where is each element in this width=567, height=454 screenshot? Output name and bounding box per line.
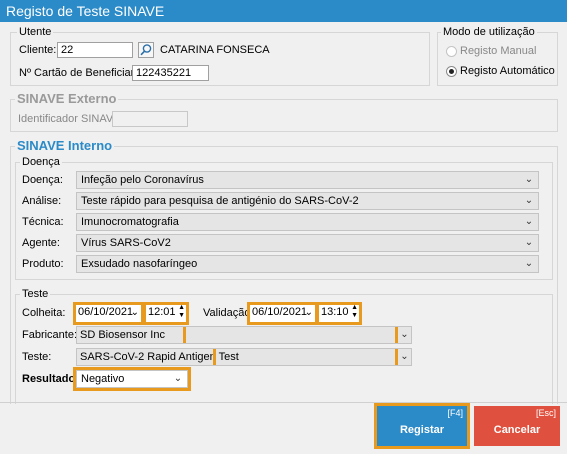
sinave-externo-legend: SINAVE Externo <box>15 91 119 106</box>
colheita-label: Colheita: <box>22 307 66 319</box>
chevron-down-icon: ⌄ <box>304 307 313 318</box>
teste-select[interactable]: SARS-CoV-2 Rapid Antigen Test ⌄ <box>76 348 412 366</box>
sinave-externo-group: SINAVE Externo Identificador SINAVE: <box>10 91 558 132</box>
cartao-label: Nº Cartão de Beneficiario: <box>19 67 146 79</box>
chevron-down-icon: ⌄ <box>524 216 534 227</box>
fabricante-select[interactable]: SD Biosensor Inc ⌄ <box>76 326 412 344</box>
identificador-input[interactable] <box>112 111 188 127</box>
produto-select[interactable]: Exsudado nasofaríngeo ⌄ <box>76 255 539 273</box>
tecnica-value: Imunocromatografia <box>81 216 179 228</box>
window-title: Registo de Teste SINAVE <box>0 0 567 22</box>
modo-legend: Modo de utilização <box>441 26 537 38</box>
analise-select[interactable]: Teste rápido para pesquisa de antigénio … <box>76 192 539 210</box>
produto-label: Produto: <box>22 258 64 270</box>
registar-button[interactable]: [F4] Registar <box>374 403 470 449</box>
chevron-down-icon: ⌄ <box>524 258 534 269</box>
footer: [F4] Registar [Esc] Cancelar <box>0 403 567 454</box>
cancelar-label: Cancelar <box>493 424 541 436</box>
resultado-label: Resultado: <box>22 373 79 385</box>
chevron-down-icon[interactable]: ⌄ <box>395 349 411 365</box>
doenca-value: Infeção pelo Coronavírus <box>81 174 204 186</box>
registo-manual-radio[interactable] <box>446 46 457 57</box>
teste-legend: Teste <box>20 288 51 300</box>
fabricante-label: Fabricante: <box>22 329 78 341</box>
colheita-date-picker[interactable]: 06/10/2021 ⌄ <box>73 302 144 325</box>
chevron-down-icon: ⌄ <box>524 195 534 206</box>
teste-value: SARS-CoV-2 Rapid Antigen Test <box>77 349 239 365</box>
validacao-label: Validação: <box>203 307 254 319</box>
cliente-input[interactable]: 22 <box>57 42 133 58</box>
sinave-interno-legend: SINAVE Interno <box>15 138 115 153</box>
doenca-label: Doença: <box>22 174 63 186</box>
resultado-value: Negativo <box>81 373 125 385</box>
registo-automatico-label[interactable]: Registo Automático <box>460 64 555 78</box>
cartao-input[interactable]: 122435221 <box>132 65 209 81</box>
registo-manual-label[interactable]: Registo Manual <box>460 44 536 58</box>
chevron-down-icon[interactable]: ⌄ <box>395 327 411 343</box>
agente-select[interactable]: Vírus SARS-CoV2 ⌄ <box>76 234 539 252</box>
search-icon <box>140 44 152 56</box>
registo-automatico-radio[interactable] <box>446 66 457 77</box>
utente-legend: Utente <box>17 26 54 38</box>
validacao-time-picker[interactable]: 13:10 ▲ ▼ <box>316 302 362 325</box>
cliente-label: Cliente: <box>19 44 57 56</box>
colheita-time: 12:01 <box>148 306 176 318</box>
tecnica-select[interactable]: Imunocromatografia ⌄ <box>76 213 539 231</box>
doenca-legend: Doença <box>20 156 62 168</box>
footer-divider <box>0 402 567 403</box>
modo-group: Modo de utilização Registo Manual Regist… <box>437 26 558 86</box>
agente-label: Agente: <box>22 237 60 249</box>
doenca-group: Doença Doença: Infeção pelo Coronavírus … <box>15 156 553 280</box>
validacao-time: 13:10 <box>321 306 349 318</box>
teste-label: Teste: <box>22 351 52 363</box>
chevron-down-icon: ⌄ <box>130 307 139 318</box>
fabricante-value: SD Biosensor Inc <box>77 327 186 343</box>
tecnica-label: Técnica: <box>22 216 64 228</box>
analise-value: Teste rápido para pesquisa de antigénio … <box>81 195 359 207</box>
produto-value: Exsudado nasofaríngeo <box>81 258 198 270</box>
analise-label: Análise: <box>22 195 62 207</box>
search-client-button[interactable] <box>138 42 154 58</box>
spinner-icon: ▲ ▼ <box>178 304 185 319</box>
utente-group: Utente Cliente: 22 CATARINA FONSECA Nº C… <box>10 26 430 86</box>
cliente-name: CATARINA FONSECA <box>160 44 270 56</box>
validacao-date-picker[interactable]: 06/10/2021 ⌄ <box>247 302 318 325</box>
doenca-select[interactable]: Infeção pelo Coronavírus ⌄ <box>76 171 539 189</box>
spinner-icon: ▲ ▼ <box>351 304 358 319</box>
chevron-down-icon: ⌄ <box>173 373 183 384</box>
colheita-date: 06/10/2021 <box>78 306 134 318</box>
chevron-down-icon: ⌄ <box>524 174 534 185</box>
identificador-label: Identificador SINAVE: <box>18 113 124 125</box>
sinave-interno-group: SINAVE Interno Doença Doença: Infeção pe… <box>10 138 558 414</box>
cancelar-button[interactable]: [Esc] Cancelar <box>474 406 560 446</box>
resultado-select[interactable]: Negativo ⌄ <box>73 367 191 391</box>
colheita-time-picker[interactable]: 12:01 ▲ ▼ <box>143 302 189 325</box>
agente-value: Vírus SARS-CoV2 <box>81 237 171 249</box>
registar-label: Registar <box>399 424 445 436</box>
chevron-down-icon: ⌄ <box>524 237 534 248</box>
teste-group: Teste Colheita: 06/10/2021 ⌄ 12:01 ▲ ▼ Va… <box>15 288 553 407</box>
validacao-date: 06/10/2021 <box>252 306 308 318</box>
main-panel: Utente Cliente: 22 CATARINA FONSECA Nº C… <box>0 22 567 414</box>
